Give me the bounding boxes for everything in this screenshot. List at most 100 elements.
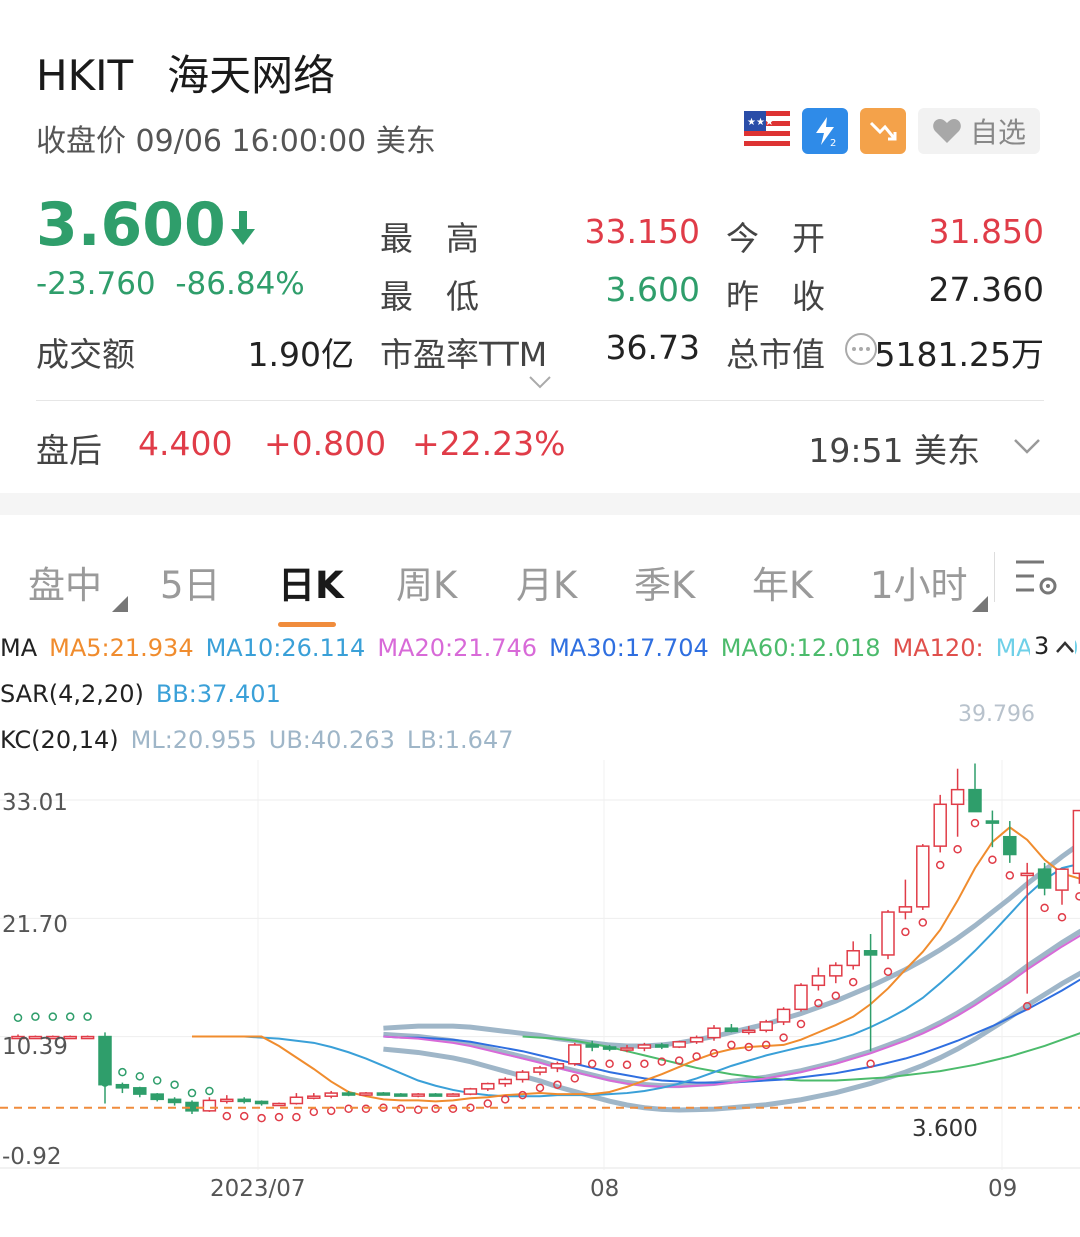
ma5-value: MA5:21.934: [49, 634, 194, 662]
candle-body: [916, 845, 930, 908]
turnover-value: 1.90亿: [247, 335, 354, 374]
candle-body: [533, 1067, 547, 1073]
sar-label: SAR(4,2,20): [0, 680, 144, 708]
close-time-subtitle: 收盘价 09/06 16:00:00 美东: [36, 124, 436, 159]
tab-monthly-k[interactable]: 月K: [516, 555, 577, 609]
tab-5day[interactable]: 5日: [160, 555, 221, 609]
sar-dot: [935, 860, 945, 870]
high-label: 最 高: [380, 219, 479, 258]
pe-label: 市盈率TTM: [380, 335, 548, 374]
candlestick-chart[interactable]: [0, 760, 1080, 1170]
candle-body: [881, 911, 895, 956]
stock-title: HKIT 海天网络: [36, 42, 369, 103]
last-price-marker: 3.600: [912, 1116, 978, 1142]
pe-value: 36.73: [605, 328, 700, 367]
sar-dot: [187, 1088, 197, 1098]
change-percent: -86.84%: [175, 266, 305, 302]
mktcap-label: 总市值: [726, 335, 825, 374]
candle-body: [376, 1092, 391, 1096]
candle-body: [1037, 868, 1052, 889]
kc-ub-value: UB:40.263: [268, 726, 395, 754]
ma-more-toggle[interactable]: 3: [1030, 632, 1076, 660]
candle-body: [341, 1092, 356, 1096]
candle-body: [637, 1044, 652, 1049]
us-flag-icon: ★★★: [743, 108, 790, 154]
after-hours-price: 4.400: [138, 424, 233, 463]
sar-dot: [535, 1083, 545, 1093]
tab-intraday[interactable]: 盘中: [28, 555, 102, 609]
ticker-symbol: HKIT: [36, 51, 134, 100]
expand-quote-chevron-icon[interactable]: [528, 374, 552, 394]
active-tab-indicator: [278, 622, 336, 627]
sar-dot: [570, 1074, 580, 1083]
more-info-icon[interactable]: [844, 332, 878, 370]
tab-dropdown-icon[interactable]: [972, 596, 988, 616]
candle-body: [620, 1047, 634, 1051]
chevron-down-icon[interactable]: [1012, 436, 1042, 460]
level2-icon[interactable]: 2: [801, 108, 848, 154]
sar-dot: [48, 1012, 58, 1021]
tab-hourly[interactable]: 1小时: [870, 555, 968, 609]
prev-close-value: 27.360: [928, 270, 1044, 309]
sar-dot: [1040, 903, 1049, 913]
candle-body: [307, 1095, 321, 1099]
y-axis-label: -0.92: [2, 1144, 62, 1170]
period-high-marker: 39.796: [958, 702, 1035, 727]
sar-dot: [1057, 913, 1067, 922]
sar-dot: [988, 855, 997, 864]
sar-dot: [727, 1040, 736, 1050]
x-axis-label: 09: [988, 1176, 1018, 1202]
sar-indicator-row[interactable]: SAR(4,2,20) BB:37.401: [0, 680, 293, 708]
current-price: 3.600: [36, 190, 258, 260]
candle-body: [811, 975, 826, 987]
tab-divider: [994, 552, 995, 602]
candle-body: [794, 984, 808, 1011]
sar-dot: [640, 1059, 649, 1069]
sar-dot: [170, 1080, 179, 1089]
candle-body: [707, 1027, 721, 1039]
sar-dot: [970, 818, 980, 828]
sar-dot: [205, 1086, 214, 1096]
candle-body: [568, 1044, 582, 1065]
ma-indicator-row[interactable]: MA MA5:21.934 MA10:26.114 MA20:21.746 MA30:1…: [0, 634, 1080, 662]
tab-quarterly-k[interactable]: 季K: [634, 555, 695, 609]
sar-dot: [587, 1059, 597, 1069]
heart-icon: [933, 119, 961, 143]
tab-yearly-k[interactable]: 年K: [752, 555, 813, 609]
sar-dot: [1075, 892, 1080, 901]
arrow-down-icon: [230, 211, 255, 245]
low-label: 最 低: [380, 277, 479, 316]
tab-daily-k[interactable]: 日K: [278, 555, 344, 609]
candle-body: [254, 1100, 269, 1105]
after-hours-time: 19:51 美东: [808, 431, 980, 470]
candle-body: [585, 1044, 599, 1048]
sar-dot: [257, 1113, 266, 1123]
candle-body: [220, 1098, 234, 1103]
candle-body: [394, 1093, 408, 1097]
kc-ml-value: ML:20.955: [130, 726, 257, 754]
section-separator: [0, 493, 1080, 515]
candle-body: [846, 950, 860, 967]
open-value: 31.850: [928, 212, 1044, 251]
candle-body: [1003, 835, 1017, 856]
sar-dot: [883, 967, 893, 976]
candle-body: [324, 1092, 338, 1097]
tab-weekly-k[interactable]: 周K: [396, 555, 457, 609]
trend-alert-icon[interactable]: [859, 108, 906, 154]
chart-settings-icon[interactable]: [1014, 556, 1060, 604]
candle-body: [655, 1044, 669, 1048]
sar-dot: [344, 1104, 353, 1114]
kc-indicator-row[interactable]: KC(20,14) ML:20.955 UB:40.263 LB:1.647: [0, 726, 526, 754]
candle-body: [133, 1087, 147, 1095]
ma-more-count: 3: [1034, 632, 1050, 660]
x-axis-label: 2023/07: [210, 1176, 306, 1202]
kc-middle-line: [383, 928, 1080, 1089]
tab-dropdown-icon[interactable]: [112, 596, 128, 616]
candle-body: [933, 803, 947, 847]
candle-body: [481, 1082, 495, 1090]
candle-body: [1020, 872, 1034, 877]
kc-lb-value: LB:1.647: [406, 726, 514, 754]
turnover-label: 成交额: [36, 335, 135, 374]
favorite-button[interactable]: 自选: [917, 108, 1040, 154]
candle-body: [1072, 809, 1080, 875]
